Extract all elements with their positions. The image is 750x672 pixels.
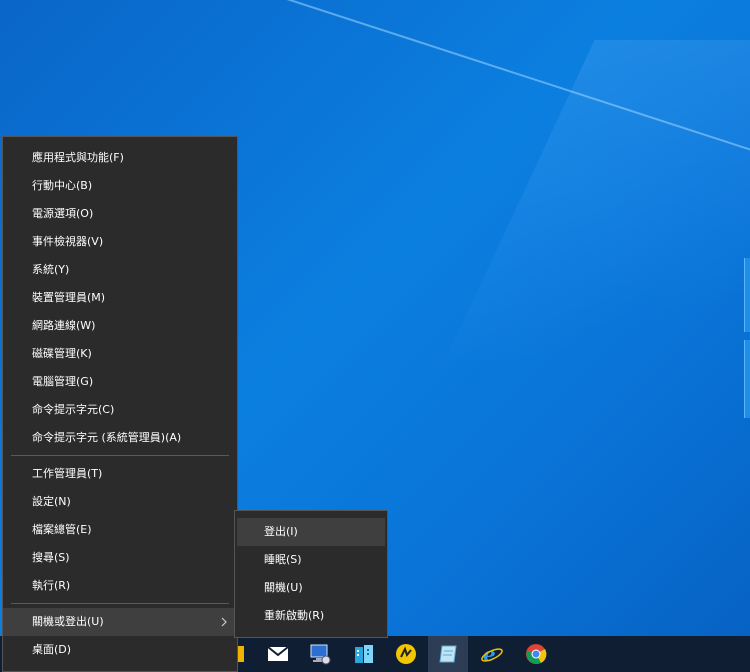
menu-separator bbox=[11, 455, 229, 456]
menu-item-computer-management[interactable]: 電腦管理(G) bbox=[3, 368, 237, 396]
internet-explorer-icon[interactable]: e bbox=[472, 636, 512, 672]
menu-item-run[interactable]: 執行(R) bbox=[3, 572, 237, 600]
submenu-item-shut-down[interactable]: 關機(U) bbox=[237, 574, 385, 602]
network-computer-icon[interactable] bbox=[300, 636, 340, 672]
power-submenu: 登出(I) 睡眠(S) 關機(U) 重新啟動(R) bbox=[234, 510, 388, 638]
submenu-item-restart[interactable]: 重新啟動(R) bbox=[237, 602, 385, 630]
menu-item-action-center[interactable]: 行動中心(B) bbox=[3, 172, 237, 200]
menu-item-search[interactable]: 搜尋(S) bbox=[3, 544, 237, 572]
menu-item-network-connections[interactable]: 網路連線(W) bbox=[3, 312, 237, 340]
wallpaper-light-beam bbox=[445, 40, 750, 360]
menu-item-desktop[interactable]: 桌面(D) bbox=[3, 636, 237, 664]
menu-item-shutdown-signout[interactable]: 關機或登出(U) bbox=[3, 608, 237, 636]
yellow-circle-app-icon[interactable] bbox=[386, 636, 426, 672]
shutdown-signout-label: 關機或登出(U) bbox=[32, 615, 104, 628]
menu-item-disk-management[interactable]: 磁碟管理(K) bbox=[3, 340, 237, 368]
submenu-item-sign-out[interactable]: 登出(I) bbox=[237, 518, 385, 546]
menu-item-command-prompt-admin[interactable]: 命令提示字元 (系統管理員)(A) bbox=[3, 424, 237, 452]
chrome-icon[interactable] bbox=[516, 636, 556, 672]
offscreen-window-edge[interactable] bbox=[744, 340, 750, 418]
menu-item-event-viewer[interactable]: 事件檢視器(V) bbox=[3, 228, 237, 256]
menu-item-device-manager[interactable]: 裝置管理員(M) bbox=[3, 284, 237, 312]
menu-item-file-explorer[interactable]: 檔案總管(E) bbox=[3, 516, 237, 544]
menu-item-task-manager[interactable]: 工作管理員(T) bbox=[3, 460, 237, 488]
menu-item-command-prompt[interactable]: 命令提示字元(C) bbox=[3, 396, 237, 424]
menu-item-system[interactable]: 系統(Y) bbox=[3, 256, 237, 284]
menu-item-apps-features[interactable]: 應用程式與功能(F) bbox=[3, 144, 237, 172]
mail-icon[interactable] bbox=[258, 636, 298, 672]
menu-item-power-options[interactable]: 電源選項(O) bbox=[3, 200, 237, 228]
chevron-right-icon bbox=[221, 608, 227, 636]
notepad-app-icon[interactable] bbox=[428, 636, 468, 672]
winx-menu: 應用程式與功能(F) 行動中心(B) 電源選項(O) 事件檢視器(V) 系統(Y… bbox=[2, 136, 238, 672]
menu-separator bbox=[11, 603, 229, 604]
offscreen-window-edge[interactable] bbox=[744, 258, 750, 332]
menu-item-settings[interactable]: 設定(N) bbox=[3, 488, 237, 516]
submenu-item-sleep[interactable]: 睡眠(S) bbox=[237, 546, 385, 574]
building-app-icon[interactable] bbox=[344, 636, 384, 672]
desktop[interactable]: e 應用程式與功能(F) 行動中心(B) 電源選項(O) 事件檢視器(V) 系統… bbox=[0, 0, 750, 672]
